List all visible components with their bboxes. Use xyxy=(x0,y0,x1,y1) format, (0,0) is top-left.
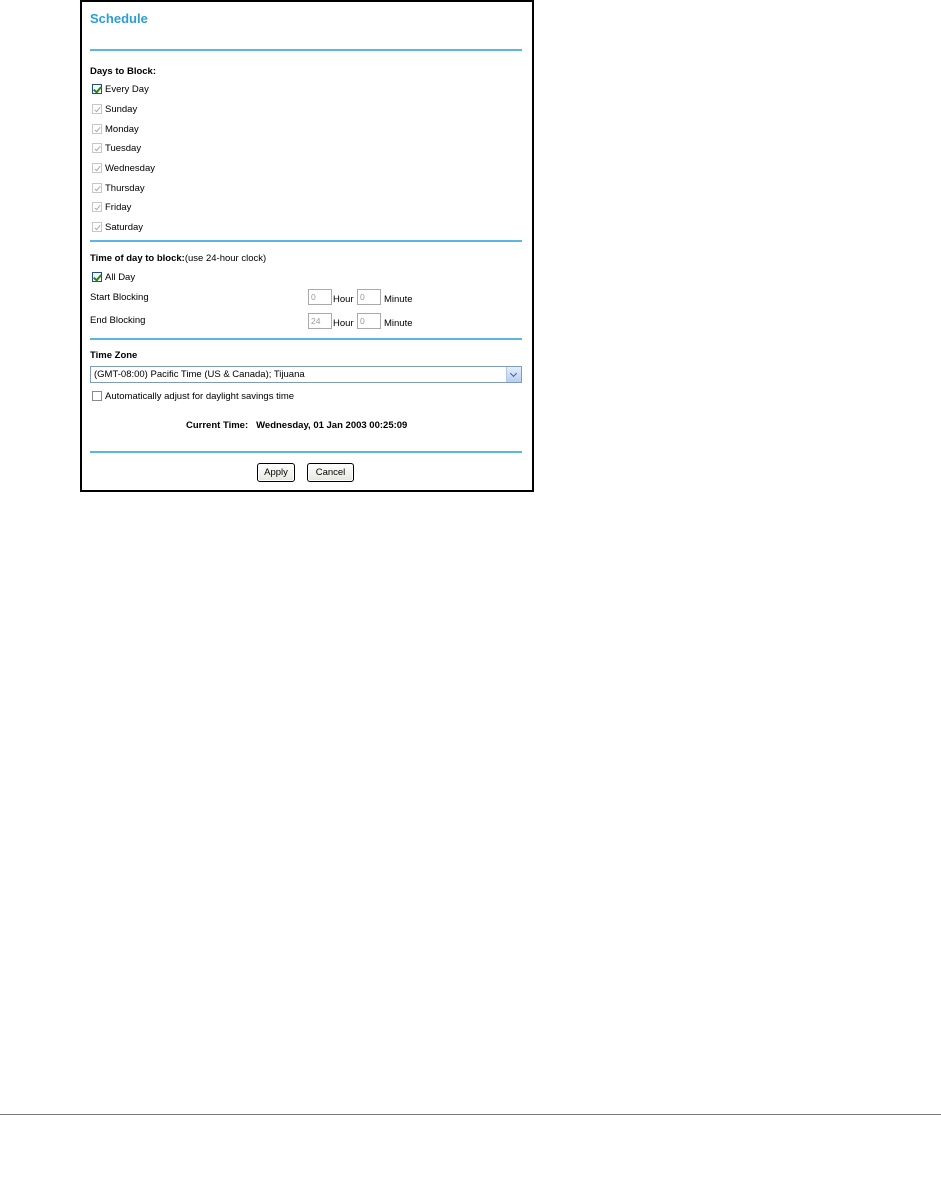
dst-checkbox[interactable] xyxy=(92,391,102,401)
title-divider xyxy=(90,49,522,51)
end-minute-input[interactable]: 0 xyxy=(357,313,381,329)
day-label: Wednesday xyxy=(105,162,155,174)
timezone-selected-value: (GMT-08:00) Pacific Time (US & Canada); … xyxy=(94,369,305,380)
every-day-row[interactable]: Every Day xyxy=(92,82,149,96)
day-label: Thursday xyxy=(105,182,145,194)
time-divider xyxy=(90,338,522,340)
all-day-checkbox[interactable] xyxy=(92,272,102,282)
day-row-friday[interactable]: Friday xyxy=(92,200,131,214)
thursday-checkbox[interactable] xyxy=(92,183,102,193)
start-hour-unit: Hour xyxy=(333,294,354,305)
all-day-row[interactable]: All Day xyxy=(92,270,135,284)
timezone-select[interactable]: (GMT-08:00) Pacific Time (US & Canada); … xyxy=(90,366,522,383)
monday-checkbox[interactable] xyxy=(92,124,102,134)
day-label: Sunday xyxy=(105,103,138,115)
wednesday-checkbox[interactable] xyxy=(92,163,102,173)
time-heading: Time of day to block:(use 24-hour clock) xyxy=(90,253,266,264)
current-time-label: Current Time: xyxy=(186,420,249,431)
sunday-checkbox[interactable] xyxy=(92,104,102,114)
every-day-label: Every Day xyxy=(105,83,149,95)
start-minute-unit: Minute xyxy=(384,294,413,305)
time-heading-text: Time of day to block: xyxy=(90,253,185,264)
days-divider xyxy=(90,240,522,242)
start-blocking-label: Start Blocking xyxy=(90,292,149,303)
day-label: Monday xyxy=(105,123,139,135)
footer-divider xyxy=(90,451,522,453)
current-time: Current Time: Wednesday, 01 Jan 2003 00:2… xyxy=(186,420,407,431)
days-heading: Days to Block: xyxy=(90,66,156,77)
day-row-sunday[interactable]: Sunday xyxy=(92,102,137,116)
start-hour-input[interactable]: 0 xyxy=(308,289,332,305)
dst-label: Automatically adjust for daylight saving… xyxy=(105,390,295,402)
end-minute-unit: Minute xyxy=(384,318,413,329)
end-hour-unit: Hour xyxy=(333,318,354,329)
chevron-down-icon[interactable] xyxy=(506,367,521,382)
end-hour-input[interactable]: 24 xyxy=(308,313,332,329)
day-row-thursday[interactable]: Thursday xyxy=(92,181,145,195)
apply-button[interactable]: Apply xyxy=(257,463,295,482)
day-row-monday[interactable]: Monday xyxy=(92,122,139,136)
all-day-label: All Day xyxy=(105,271,136,283)
cancel-button[interactable]: Cancel xyxy=(307,463,354,482)
day-label: Friday xyxy=(105,201,132,213)
tuesday-checkbox[interactable] xyxy=(92,143,102,153)
end-blocking-label: End Blocking xyxy=(90,315,146,326)
saturday-checkbox[interactable] xyxy=(92,222,102,232)
every-day-checkbox[interactable] xyxy=(92,84,102,94)
dst-row[interactable]: Automatically adjust for daylight saving… xyxy=(92,389,294,403)
time-heading-hint: (use 24-hour clock) xyxy=(184,253,267,264)
friday-checkbox[interactable] xyxy=(92,202,102,212)
page-title: Schedule xyxy=(90,11,148,26)
start-minute-input[interactable]: 0 xyxy=(357,289,381,305)
day-label: Tuesday xyxy=(105,142,142,154)
schedule-panel: Schedule Days to Block: Every Day Sunday… xyxy=(80,0,534,492)
page-footer-rule xyxy=(0,1114,941,1115)
timezone-heading: Time Zone xyxy=(90,350,138,361)
day-row-tuesday[interactable]: Tuesday xyxy=(92,141,141,155)
current-time-value: Wednesday, 01 Jan 2003 00:25:09 xyxy=(256,420,408,431)
day-label: Saturday xyxy=(105,221,144,233)
day-row-wednesday[interactable]: Wednesday xyxy=(92,161,155,175)
day-row-saturday[interactable]: Saturday xyxy=(92,220,143,234)
